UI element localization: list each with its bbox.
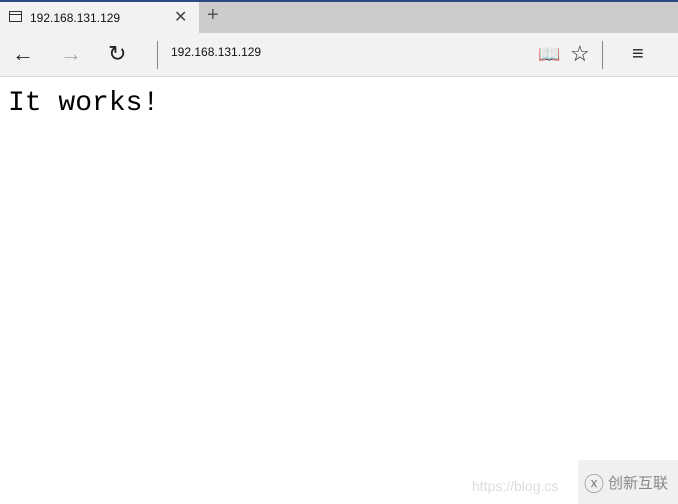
reading-view-icon[interactable]: 📖 <box>538 41 560 67</box>
close-icon[interactable]: ✕ <box>174 7 187 27</box>
divider <box>157 41 158 69</box>
page-heading: It works! <box>8 88 160 119</box>
arrow-right-icon[interactable]: → <box>60 41 82 67</box>
watermark-text: https://blog.cs <box>472 478 559 494</box>
page-icon <box>9 11 22 22</box>
tab-title: 192.168.131.129 <box>30 11 121 25</box>
arrow-left-icon[interactable]: ← <box>12 41 34 67</box>
watermark-logo: ⓧ 创新互联 <box>578 460 678 504</box>
toolbar: ← → ↻ 192.168.131.129 📖 ☆ ≡ <box>0 33 678 77</box>
tab-strip: 192.168.131.129 ✕ + <box>0 2 678 33</box>
logo-icon: ⓧ <box>584 473 604 496</box>
address-bar[interactable]: 192.168.131.129 <box>171 45 261 59</box>
refresh-icon[interactable]: ↻ <box>108 41 126 67</box>
hub-menu-icon[interactable]: ≡ <box>632 41 644 67</box>
logo-text: 创新互联 <box>608 474 669 492</box>
divider <box>602 41 603 69</box>
tab-active[interactable]: 192.168.131.129 ✕ <box>0 2 199 33</box>
plus-icon[interactable]: + <box>207 4 219 27</box>
star-icon[interactable]: ☆ <box>570 41 590 67</box>
